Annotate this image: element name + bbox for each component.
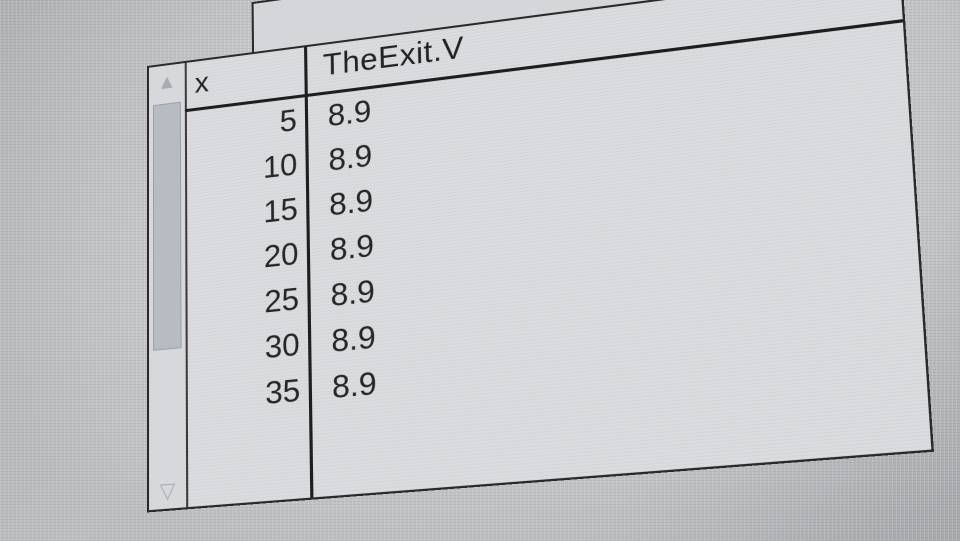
scroll-up-arrow-icon[interactable]: ▲ [151, 65, 183, 99]
column-header-x[interactable]: x [195, 66, 209, 100]
vertical-scrollbar[interactable]: ▲ ▽ [148, 62, 189, 511]
cell-value: 8.9 [327, 94, 372, 134]
cell-value: 8.9 [331, 365, 378, 406]
cell-value: 8.9 [328, 138, 373, 178]
cell-value: 8.9 [329, 228, 375, 268]
cell-value: 8.9 [331, 319, 377, 360]
scroll-down-arrow-icon[interactable]: ▽ [151, 473, 184, 508]
table-frame: ▲ ▽ x TheExit.V 5 8.9 10 8.9 15 8.9 20 8… [147, 0, 934, 513]
cell-x: 35 [265, 372, 301, 412]
scroll-thumb[interactable] [152, 101, 182, 351]
table-window: ▲ ▽ x TheExit.V 5 8.9 10 8.9 15 8.9 20 8… [147, 0, 934, 513]
cell-value: 8.9 [328, 183, 374, 223]
cell-value: 8.9 [330, 273, 376, 314]
